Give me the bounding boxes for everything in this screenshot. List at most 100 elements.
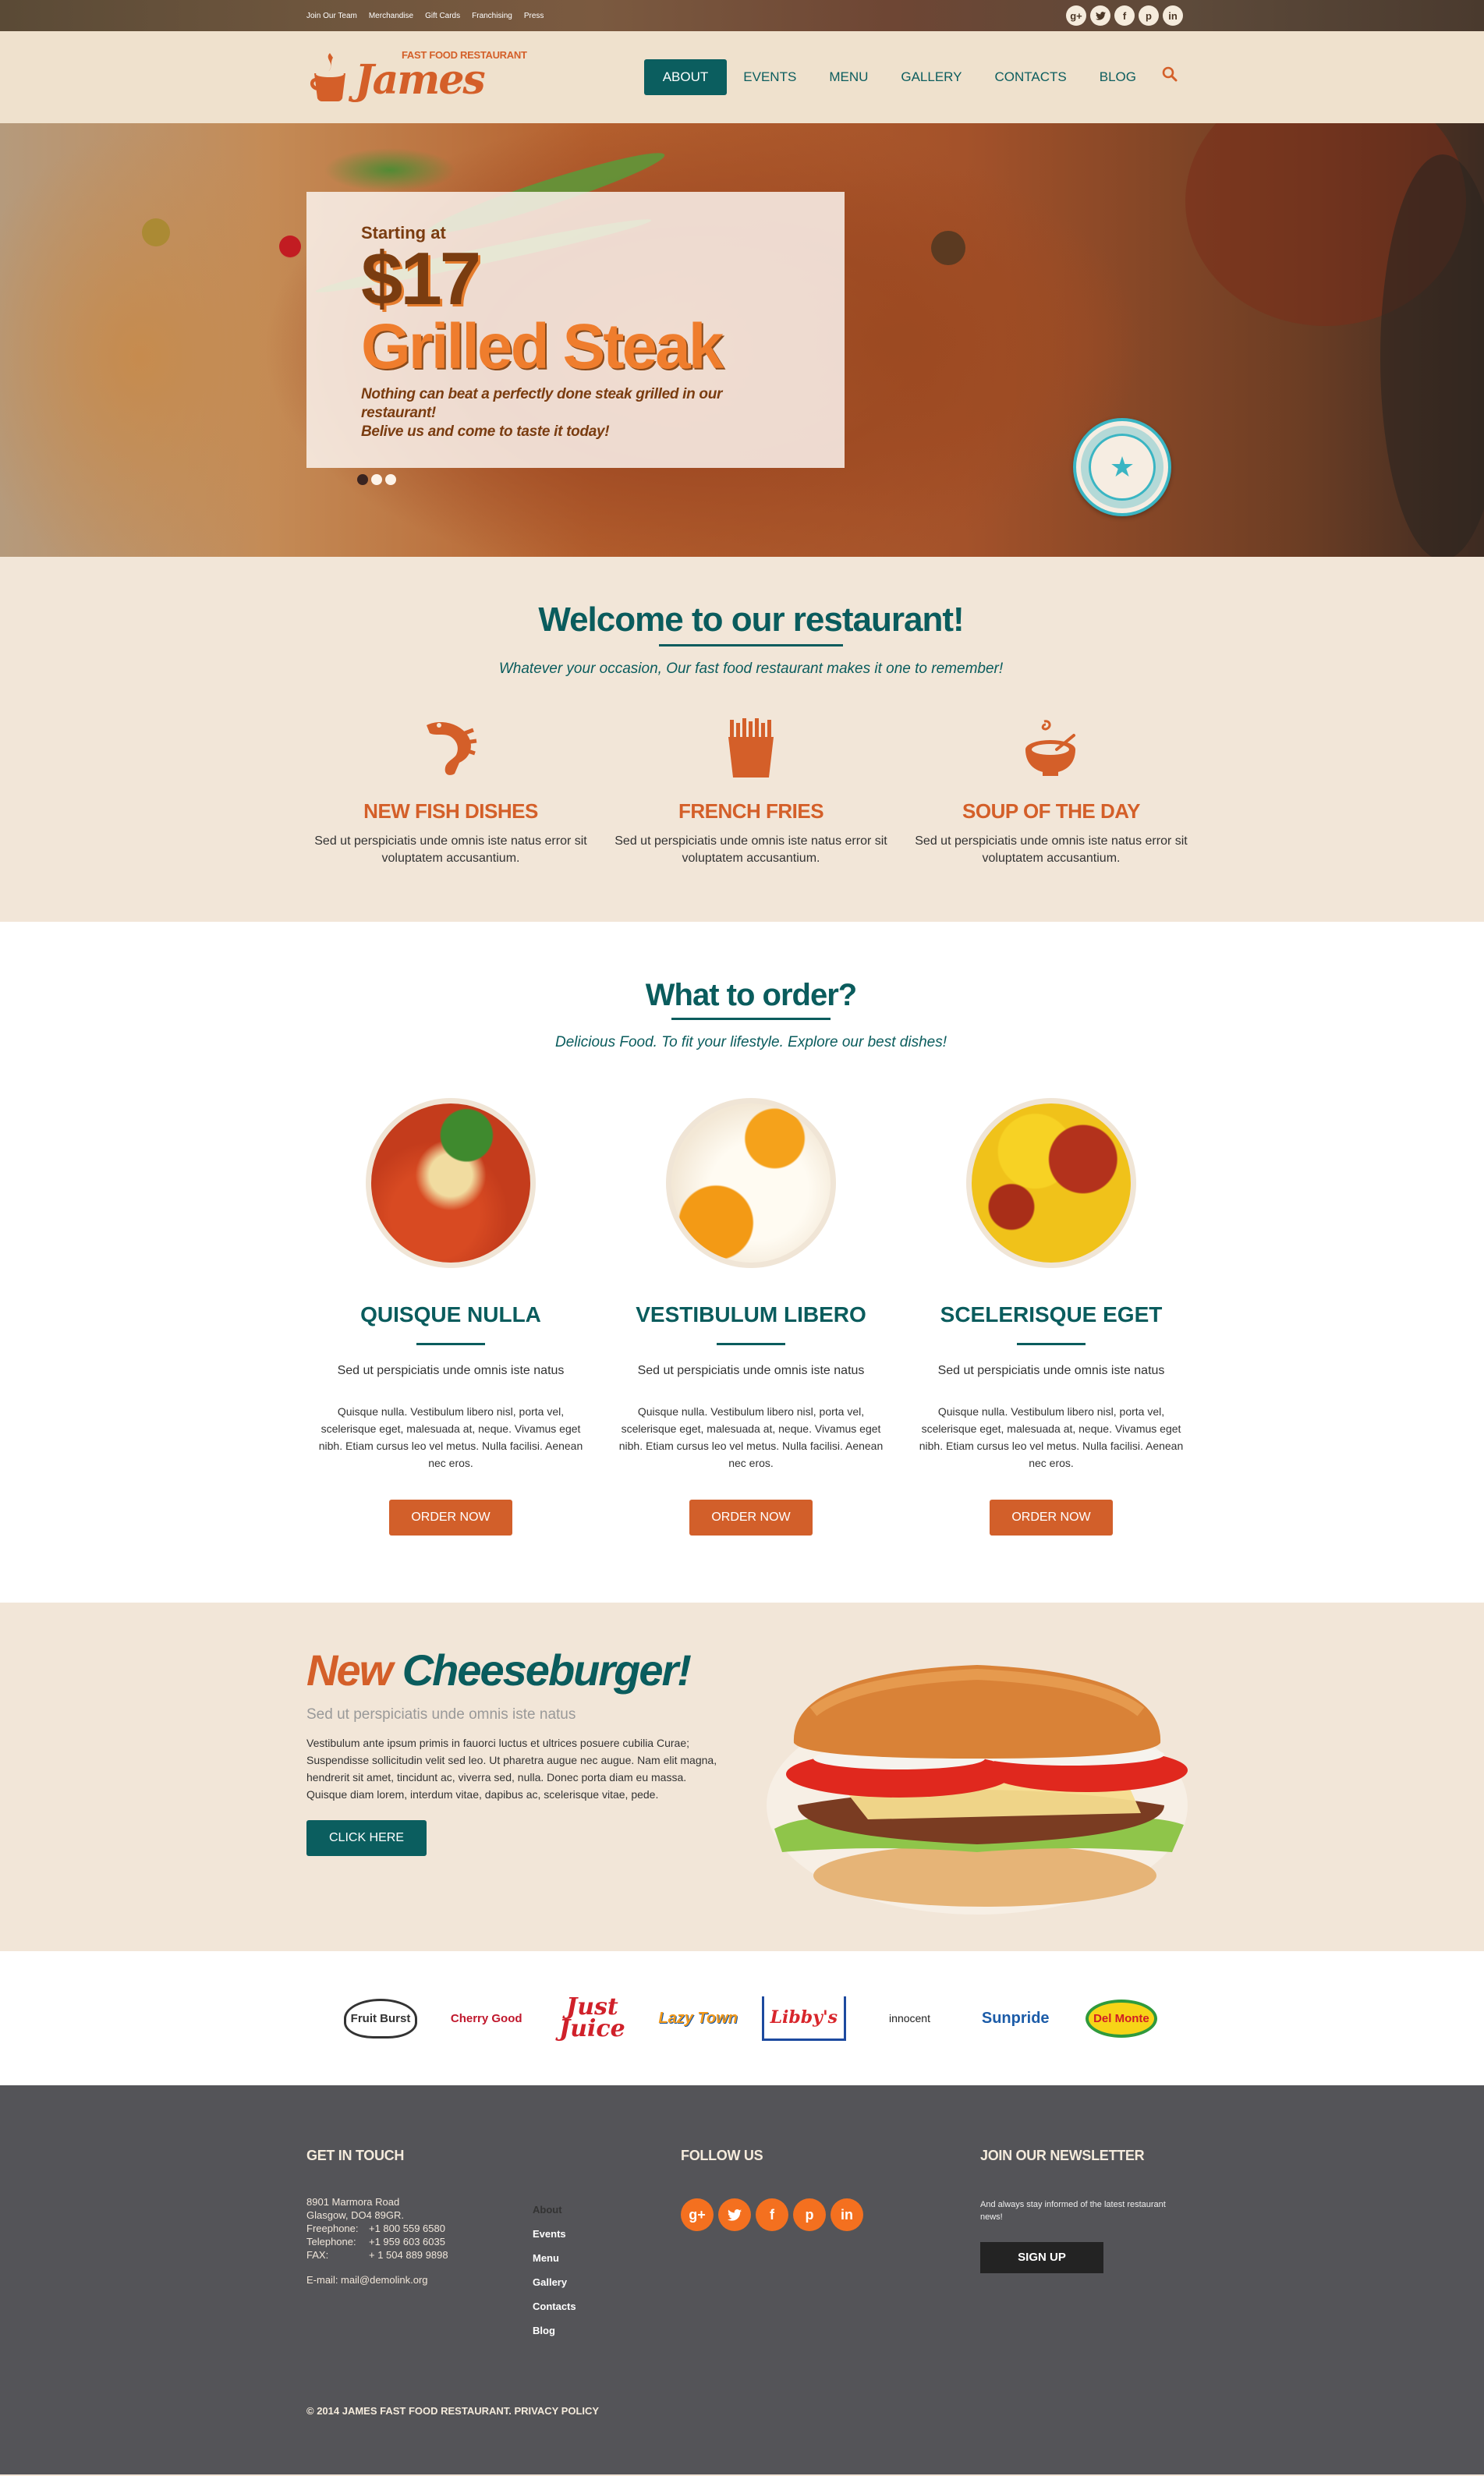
- footer-social-links: g+ f p in: [681, 2198, 980, 2231]
- site-logo[interactable]: FAST FOOD RESTAURANT James: [306, 49, 527, 104]
- nav-contacts[interactable]: CONTACTS: [979, 59, 1083, 95]
- phone-freephone: Freephone: +1 800 559 6580: [306, 2223, 445, 2234]
- brand-logo-del-monte[interactable]: Del Monte: [1078, 1983, 1164, 2053]
- slider-pagination: [357, 474, 396, 485]
- dish-card: SCELERISQUE EGET Sed ut perspiciatis und…: [907, 1098, 1195, 1536]
- hero-description-line-1: Nothing can beat a perfectly done steak …: [361, 386, 723, 421]
- footer-link-menu[interactable]: Menu: [533, 2252, 681, 2276]
- pinterest-icon[interactable]: p: [1139, 5, 1159, 26]
- feature-title: NEW FISH DISHES: [363, 799, 538, 823]
- newsletter-column: JOIN OUR NEWSLETTER And always stay info…: [980, 2148, 1183, 2474]
- brand-logo-sunpride[interactable]: Sunpride: [972, 1983, 1058, 2053]
- promo-section: New Cheeseburger! Sed ut perspiciatis un…: [0, 1603, 1484, 1951]
- brand-logo-fruit-burst[interactable]: Fruit Burst: [338, 1983, 423, 2053]
- feature-item: SOUP OF THE DAY Sed ut perspiciatis unde…: [907, 717, 1195, 867]
- dish-lead: Sed ut perspiciatis unde omnis iste natu…: [337, 1364, 565, 1377]
- fries-icon: [607, 717, 895, 779]
- top-link-gift-cards[interactable]: Gift Cards: [425, 12, 460, 20]
- click-here-button[interactable]: CLICK HERE: [306, 1820, 427, 1856]
- contact-email[interactable]: E-mail: mail@demolink.org: [306, 2274, 533, 2286]
- slider-dot[interactable]: [357, 474, 368, 485]
- title-underline: [671, 1018, 831, 1020]
- footer-link-gallery[interactable]: Gallery: [533, 2276, 681, 2301]
- brand-name: Libby's: [761, 1996, 847, 2041]
- brand-logo-lazy-town[interactable]: Lazy Town: [655, 1983, 741, 2053]
- slider-dot[interactable]: [385, 474, 396, 485]
- newsletter-title: JOIN OUR NEWSLETTER: [980, 2148, 1145, 2163]
- nav-menu[interactable]: MENU: [813, 59, 884, 95]
- dish-lead: Sed ut perspiciatis unde omnis iste natu…: [937, 1364, 1165, 1377]
- promo-title-product: Cheeseburger!: [402, 1645, 692, 1695]
- footer-link-blog[interactable]: Blog: [533, 2325, 681, 2349]
- dish-card: QUISQUE NULLA Sed ut perspiciatis unde o…: [306, 1098, 595, 1536]
- top-bar: Join Our Team Merchandise Gift Cards Fra…: [0, 0, 1484, 31]
- logo-name: James: [355, 56, 486, 104]
- linkedin-icon[interactable]: in: [831, 2198, 863, 2231]
- brand-logo-libby-s[interactable]: Libby's: [761, 1983, 847, 2053]
- twitter-icon[interactable]: [1090, 5, 1110, 26]
- twitter-icon[interactable]: [718, 2198, 751, 2231]
- dish-description: Quisque nulla. Vestibulum libero nisl, p…: [919, 1405, 1184, 1469]
- pinterest-icon[interactable]: p: [793, 2198, 826, 2231]
- google-plus-icon[interactable]: g+: [681, 2198, 714, 2231]
- slider-dot[interactable]: [371, 474, 382, 485]
- nav-blog[interactable]: BLOG: [1083, 59, 1153, 95]
- sign-up-button[interactable]: SIGN UP: [980, 2242, 1103, 2273]
- shrimp-icon: [306, 717, 595, 779]
- google-plus-icon[interactable]: g+: [1066, 5, 1086, 26]
- footer-links: About Events Menu Gallery Contacts Blog: [533, 2148, 681, 2474]
- nav-about[interactable]: ABOUT: [643, 59, 728, 95]
- footer-link-contacts[interactable]: Contacts: [533, 2301, 681, 2325]
- nav-gallery[interactable]: GALLERY: [884, 59, 978, 95]
- top-link-press[interactable]: Press: [524, 12, 544, 20]
- dish-title: SCELERISQUE EGET: [940, 1302, 1163, 1327]
- linkedin-icon[interactable]: in: [1163, 5, 1183, 26]
- dish-photo-ravioli[interactable]: [966, 1098, 1136, 1268]
- brand-name: Cherry Good: [450, 2011, 522, 2025]
- top-link-join-our-team[interactable]: Join Our Team: [306, 12, 357, 20]
- promo-description: Vestibulum ante ipsum primis in fauorci …: [306, 1737, 717, 1801]
- dish-description: Quisque nulla. Vestibulum libero nisl, p…: [318, 1405, 583, 1469]
- dish-photo-fried-eggs[interactable]: [666, 1098, 836, 1268]
- order-subtitle: Delicious Food. To fit your lifestyle. E…: [555, 1034, 947, 1050]
- hero-description-line-2: Belive us and come to taste it today!: [361, 423, 610, 440]
- dish-description: Quisque nulla. Vestibulum libero nisl, p…: [618, 1405, 884, 1469]
- feature-text: Sed ut perspiciatis unde omnis iste natu…: [314, 834, 587, 865]
- order-now-button[interactable]: ORDER NOW: [389, 1500, 512, 1536]
- dishes-list: QUISQUE NULLA Sed ut perspiciatis unde o…: [306, 1098, 1195, 1536]
- feature-title: SOUP OF THE DAY: [962, 799, 1141, 823]
- welcome-subtitle: Whatever your occasion, Our fast food re…: [498, 661, 1004, 677]
- promo-text: New Cheeseburger! Sed ut perspiciatis un…: [306, 1603, 720, 1915]
- feature-text: Sed ut perspiciatis unde omnis iste natu…: [915, 834, 1188, 865]
- brand-name: Fruit Burst: [343, 1998, 418, 2039]
- brand-logo-innocent[interactable]: innocent: [867, 1983, 953, 2053]
- dish-card: VESTIBULUM LIBERO Sed ut perspiciatis un…: [607, 1098, 895, 1536]
- phone-fax: FAX: + 1 504 889 9898: [306, 2249, 448, 2261]
- nav-events[interactable]: EVENTS: [727, 59, 813, 95]
- search-icon[interactable]: [1153, 59, 1194, 95]
- top-link-merchandise[interactable]: Merchandise: [369, 12, 413, 20]
- facebook-icon[interactable]: f: [756, 2198, 788, 2231]
- dish-title-underline: [1017, 1343, 1086, 1345]
- brand-logo-cherry-good[interactable]: Cherry Good: [444, 1983, 529, 2053]
- address-line-1: 8901 Marmora Road: [306, 2196, 400, 2208]
- order-now-button[interactable]: ORDER NOW: [689, 1500, 813, 1536]
- brand-name: Just Juice: [559, 1993, 625, 2042]
- brand-logo-just-juice[interactable]: Just Juice: [549, 1983, 635, 2053]
- site-header: FAST FOOD RESTAURANT James ABOUT EVENTS …: [0, 31, 1484, 123]
- footer-link-events[interactable]: Events: [533, 2228, 681, 2252]
- newsletter-text: And always stay informed of the latest r…: [980, 2200, 1166, 2222]
- dish-photo-cannelloni[interactable]: [366, 1098, 536, 1268]
- top-link-franchising[interactable]: Franchising: [472, 12, 512, 20]
- follow-column: FOLLOW US g+ f p in: [681, 2148, 980, 2474]
- contact-column: GET IN TOUCH 8901 Marmora Road Glasgow, …: [306, 2148, 533, 2474]
- coffee-cup-icon: [310, 53, 345, 101]
- cheeseburger-image: [767, 1665, 1188, 1915]
- site-footer: GET IN TOUCH 8901 Marmora Road Glasgow, …: [0, 2085, 1484, 2474]
- follow-title: FOLLOW US: [681, 2148, 763, 2163]
- brand-name: Lazy Town: [658, 2009, 738, 2027]
- order-now-button[interactable]: ORDER NOW: [990, 1500, 1113, 1536]
- facebook-icon[interactable]: f: [1114, 5, 1135, 26]
- badge-ring: [1081, 426, 1163, 508]
- footer-link-about[interactable]: About: [533, 2204, 681, 2228]
